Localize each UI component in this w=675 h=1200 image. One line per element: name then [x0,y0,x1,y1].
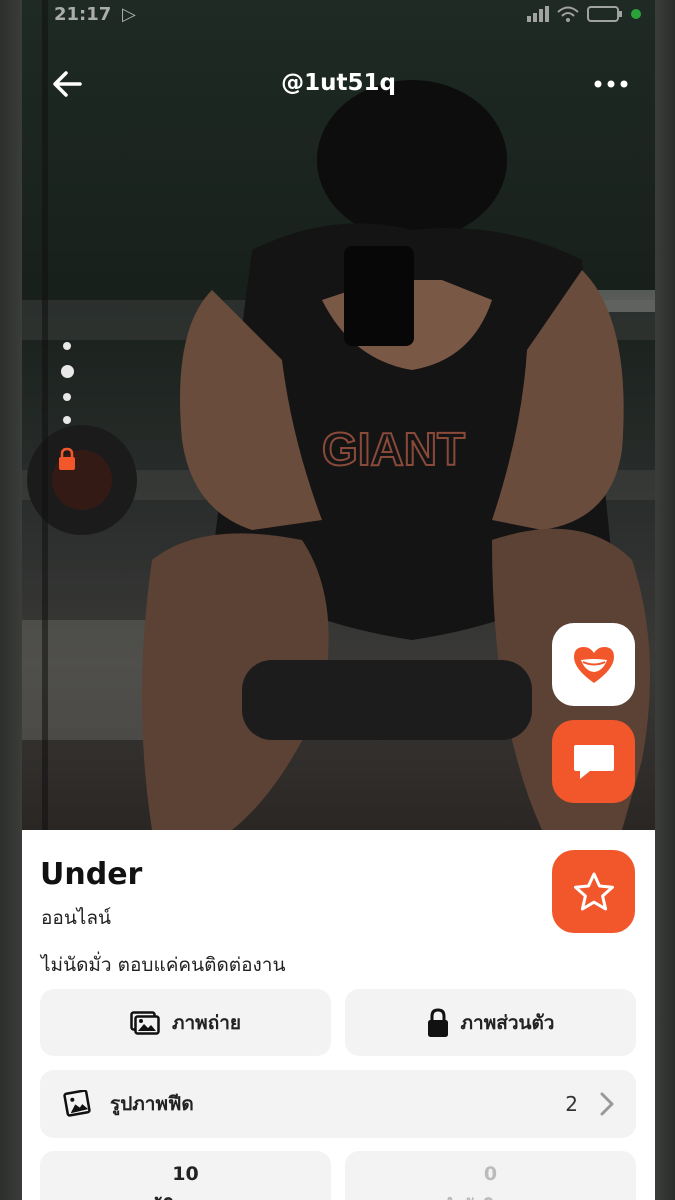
heart-lips-icon [573,646,614,683]
private-photos-label: ภาพส่วนตัว [460,1011,555,1034]
feed-photos-count: 2 [565,1092,578,1116]
private-photos-button[interactable]: ภาพส่วนตัว [345,989,636,1056]
play-icon: ▷ [122,4,136,25]
feed-photos-row[interactable]: รูปภาพฟีด 2 [40,1070,636,1138]
favorite-button[interactable] [552,850,635,933]
svg-text:GIANT: GIANT [322,423,465,475]
chat-bubble-icon [573,744,614,779]
signal-icon [527,6,549,22]
page-dot-active[interactable] [60,365,74,378]
following-label: กำลังติดตาม [345,1191,636,1200]
page-dot[interactable] [63,393,71,401]
more-dots-icon[interactable] [593,76,629,92]
following-count: 0 [483,1163,498,1185]
gallery-pagination [60,342,74,439]
device-frame-right [655,0,675,1200]
profile-bio: ไม่นัดมั่ว ตอบแค่คนติดต่องาน [41,954,286,976]
profile-photo[interactable]: GIANT 21:17 ▷ @1ut51q [22,0,655,830]
username-title: @1ut51q [281,70,396,96]
status-time: 21:17 [54,4,112,25]
page-dot[interactable] [63,416,71,424]
battery-icon [587,6,622,22]
chat-button[interactable] [552,720,635,803]
following-stat[interactable]: 0 กำลังติดตาม [345,1151,636,1200]
online-status: ออนไลน์ [41,907,111,929]
status-bar: 21:17 ▷ [22,0,655,30]
followers-stat[interactable]: 10 ผู้ติดตาม [40,1151,331,1200]
gallery-icon [130,1010,160,1035]
device-frame-left [0,0,22,1200]
feed-photos-label: รูปภาพฟีด [110,1093,194,1115]
lock-icon [59,447,75,470]
status-indicators [527,6,641,22]
gym-photo-art: GIANT [22,0,655,830]
star-icon [573,872,614,910]
padlock-icon [427,1007,448,1037]
feed-image-icon [63,1090,91,1117]
like-button[interactable] [552,623,635,706]
profile-name: Under [40,857,143,892]
followers-label: ผู้ติดตาม [40,1191,331,1200]
wifi-icon [557,6,579,22]
page-dot[interactable] [63,342,71,350]
photos-tab-button[interactable]: ภาพถ่าย [40,989,331,1056]
profile-info-panel: Under ออนไลน์ ไม่นัดมั่ว ตอบแค่คนติดต่อง… [22,830,655,1200]
online-dot [631,9,641,19]
photos-tab-label: ภาพถ่าย [171,1011,242,1034]
profile-screen: GIANT 21:17 ▷ @1ut51q Under ออนไลน์ ไม่น… [22,0,655,1200]
followers-count: 10 [172,1163,199,1185]
chevron-right-icon [600,1092,614,1116]
